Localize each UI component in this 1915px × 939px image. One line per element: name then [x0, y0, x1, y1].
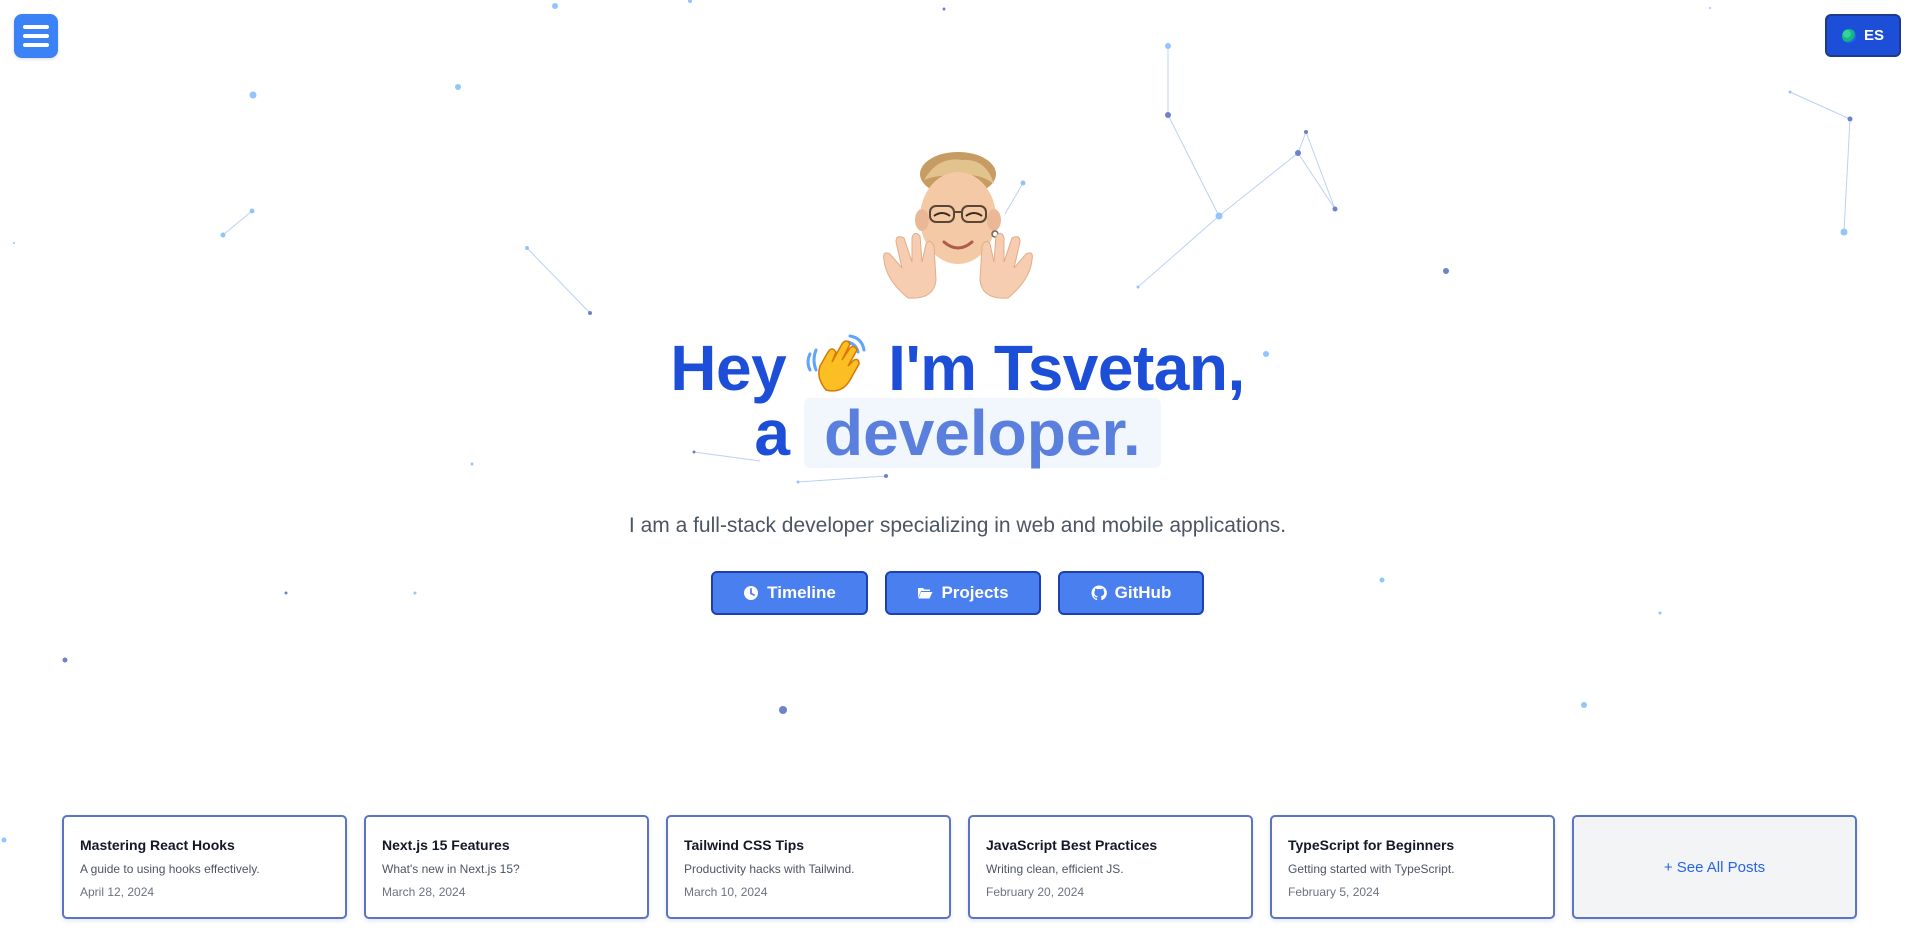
post-date: February 20, 2024	[986, 885, 1085, 899]
hamburger-icon-bar-3	[23, 43, 49, 47]
clock-icon	[744, 586, 759, 600]
post-card[interactable]: TypeScript for Beginners Getting started…	[1270, 815, 1555, 919]
see-all-posts-link[interactable]: + See All Posts	[1664, 859, 1765, 876]
timeline-button[interactable]: Timeline	[711, 571, 868, 615]
post-date: February 5, 2024	[1288, 885, 1380, 899]
timeline-label: Timeline	[767, 583, 836, 602]
hero-subtitle: I am a full-stack developer specializing…	[628, 514, 1287, 537]
post-card[interactable]: Tailwind CSS Tips Productivity hacks wit…	[666, 815, 951, 919]
projects-button[interactable]: Projects	[885, 571, 1041, 615]
post-description: What's new in Next.js 15?	[382, 862, 520, 876]
post-title: TypeScript for Beginners	[1288, 837, 1455, 853]
hamburger-icon-bar-1	[23, 25, 49, 29]
post-date: April 12, 2024	[80, 885, 155, 899]
post-title: JavaScript Best Practices	[986, 837, 1158, 853]
globe-icon	[1841, 28, 1856, 43]
memoji-avatar-icon	[883, 152, 1033, 299]
waving-hand-icon	[806, 334, 866, 392]
post-card[interactable]: JavaScript Best Practices Writing clean,…	[968, 815, 1253, 919]
github-label: GitHub	[1114, 583, 1172, 602]
folder-open-icon	[918, 588, 933, 599]
hamburger-icon-bar-2	[23, 34, 49, 38]
post-title: Tailwind CSS Tips	[684, 837, 805, 853]
language-toggle-button[interactable]: ES	[1825, 14, 1901, 57]
menu-button[interactable]	[14, 14, 58, 58]
post-card[interactable]: Mastering React Hooks A guide to using h…	[62, 815, 347, 919]
greeting-after: I'm Tsvetan,	[888, 332, 1245, 404]
github-icon	[1091, 585, 1107, 601]
particle-network-background	[1, 0, 1853, 843]
typed-role-word: developer.	[804, 398, 1161, 468]
post-description: Getting started with TypeScript.	[1288, 862, 1455, 876]
projects-label: Projects	[941, 583, 1009, 602]
action-buttons: Timeline Projects GitHub	[0, 571, 1915, 615]
recent-posts: Mastering React Hooks A guide to using h…	[62, 815, 1857, 919]
post-description: Writing clean, efficient JS.	[986, 862, 1124, 876]
greeting-before: Hey	[670, 332, 787, 404]
post-card[interactable]: Next.js 15 Features What's new in Next.j…	[364, 815, 649, 919]
see-all-posts-card[interactable]: + See All Posts	[1572, 815, 1857, 919]
language-label: ES	[1863, 27, 1884, 44]
post-title: Mastering React Hooks	[80, 837, 235, 853]
post-title: Next.js 15 Features	[382, 837, 510, 853]
github-button[interactable]: GitHub	[1058, 571, 1204, 615]
post-date: March 28, 2024	[382, 885, 466, 899]
post-date: March 10, 2024	[684, 885, 768, 899]
post-description: A guide to using hooks effectively.	[80, 862, 260, 876]
post-description: Productivity hacks with Tailwind.	[684, 862, 855, 876]
role-prefix: a	[754, 397, 790, 469]
hero-heading-line-2: a developer.	[0, 398, 1915, 468]
hero-heading-line-1: Hey I'm Tsvetan,	[0, 332, 1915, 403]
